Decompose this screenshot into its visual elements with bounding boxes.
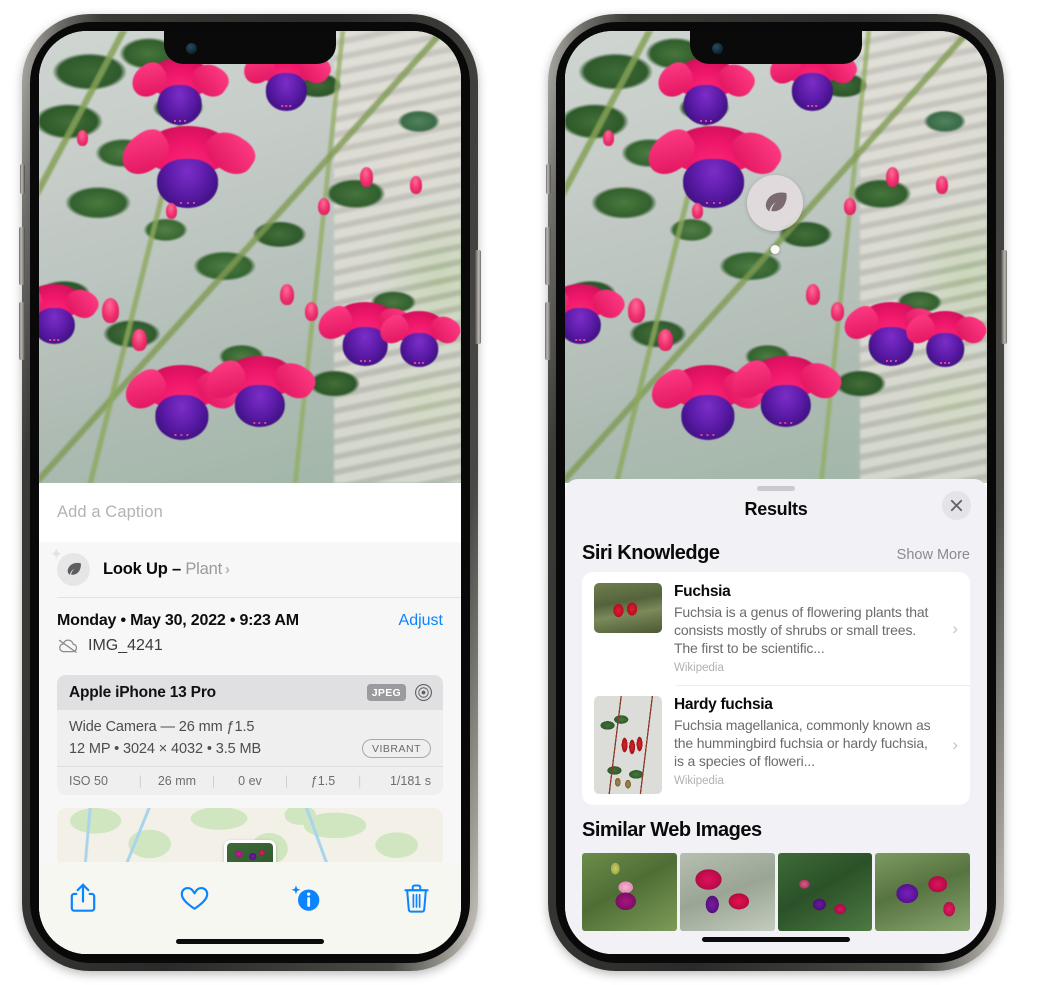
file-name: IMG_4241 xyxy=(88,637,163,654)
knowledge-source: Wikipedia xyxy=(674,662,724,675)
format-badge: JPEG xyxy=(366,684,406,701)
caption-input[interactable]: Add a Caption xyxy=(39,483,461,542)
photo-toolbar xyxy=(39,862,461,954)
similar-image-2[interactable] xyxy=(679,853,775,932)
show-more-button[interactable]: Show More xyxy=(897,547,970,563)
camera-model: Apple iPhone 13 Pro xyxy=(69,683,216,701)
leaf-icon xyxy=(765,192,787,212)
close-button[interactable] xyxy=(942,491,971,520)
visual-look-up-badge[interactable] xyxy=(747,175,803,231)
similar-image-1[interactable] xyxy=(582,853,677,932)
look-up-subject: Plant xyxy=(185,560,222,578)
share-button[interactable] xyxy=(63,878,103,918)
photographic-style-badge: VIBRANT xyxy=(361,739,431,758)
left-phone: Add a Caption ✦ Look Up – Plant › Monday… xyxy=(19,14,481,971)
right-phone-screen: Results Siri Knowledge Show More Fuchsia… xyxy=(565,31,987,954)
similar-web-images-title: Similar Web Images xyxy=(582,819,762,842)
photo-info-sheet: Add a Caption ✦ Look Up – Plant › Monday… xyxy=(39,483,461,954)
knowledge-source: Wikipedia xyxy=(674,775,724,788)
screenshot-stage: Add a Caption ✦ Look Up – Plant › Monday… xyxy=(0,0,1055,985)
similar-image-4[interactable] xyxy=(875,853,970,932)
front-camera-icon xyxy=(712,43,723,54)
knowledge-body: Hardy fuchsia Fuchsia magellanica, commo… xyxy=(674,696,940,787)
volume-up-button[interactable] xyxy=(19,227,25,285)
sparkle-icon: ✦ xyxy=(50,546,63,563)
front-camera-icon xyxy=(186,43,197,54)
chevron-right-icon: › xyxy=(224,561,230,578)
share-icon xyxy=(70,883,96,912)
list-item[interactable]: Fuchsia Fuchsia is a genus of flowering … xyxy=(582,572,970,685)
silent-switch[interactable] xyxy=(20,164,25,194)
siri-knowledge-card: Fuchsia Fuchsia is a genus of flowering … xyxy=(582,572,970,806)
close-icon xyxy=(950,499,963,512)
lens-info: Wide Camera — 26 mm ƒ1.5 xyxy=(69,719,255,735)
look-up-separator: – xyxy=(167,560,186,578)
right-phone: Results Siri Knowledge Show More Fuchsia… xyxy=(545,14,1007,971)
chevron-right-icon: › xyxy=(952,735,958,755)
volume-down-button[interactable] xyxy=(19,302,25,360)
volume-down-button[interactable] xyxy=(545,302,551,360)
similar-web-images-header: Similar Web Images xyxy=(565,805,987,849)
knowledge-description: Fuchsia magellanica, commonly known as t… xyxy=(674,717,931,770)
look-up-label: Look Up – Plant › xyxy=(103,560,230,579)
results-title: Results xyxy=(744,499,808,519)
location-map[interactable] xyxy=(57,808,443,866)
photo-viewer[interactable] xyxy=(39,31,461,483)
knowledge-body: Fuchsia Fuchsia is a genus of flowering … xyxy=(674,583,940,674)
stat-exposure: 0 ev xyxy=(238,774,262,788)
look-up-row[interactable]: ✦ Look Up – Plant › xyxy=(39,542,461,597)
exif-header: Apple iPhone 13 Pro JPEG xyxy=(57,675,443,710)
knowledge-title: Fuchsia xyxy=(674,583,731,600)
exif-stats: ISO 50 | 26 mm | 0 ev | ƒ1.5 | 1/181 s xyxy=(57,766,443,795)
cloud-slash-icon xyxy=(58,639,78,653)
knowledge-thumbnail xyxy=(594,696,662,795)
home-indicator[interactable] xyxy=(702,937,850,942)
silent-switch[interactable] xyxy=(546,164,551,194)
leaf-icon xyxy=(67,562,81,575)
capture-date: Monday • May 30, 2022 • 9:23 AM xyxy=(57,612,299,629)
knowledge-description: Fuchsia is a genus of flowering plants t… xyxy=(674,604,929,657)
stat-iso: ISO 50 xyxy=(69,774,108,788)
siri-knowledge-title: Siri Knowledge xyxy=(582,542,720,564)
notch xyxy=(164,31,336,64)
exif-body: Wide Camera — 26 mm ƒ1.5 12 MP • 3024 × … xyxy=(57,710,443,766)
power-button[interactable] xyxy=(475,250,481,344)
leaf-badge: ✦ xyxy=(50,547,90,586)
adjust-button[interactable]: Adjust xyxy=(399,612,443,630)
look-up-title: Look Up xyxy=(103,560,168,578)
chevron-right-icon: › xyxy=(952,618,958,638)
left-phone-screen: Add a Caption ✦ Look Up – Plant › Monday… xyxy=(39,31,461,954)
photo-metadata: Monday • May 30, 2022 • 9:23 AM Adjust I… xyxy=(39,598,461,665)
image-size-info: 12 MP • 3024 × 4032 • 3.5 MB xyxy=(69,740,262,757)
info-sparkle-icon xyxy=(291,885,319,911)
siri-knowledge-header: Siri Knowledge Show More xyxy=(565,533,987,572)
favorite-button[interactable] xyxy=(174,878,214,918)
blooms-layer xyxy=(565,31,987,483)
similar-image-3[interactable] xyxy=(777,853,873,932)
list-item[interactable]: Hardy fuchsia Fuchsia magellanica, commo… xyxy=(582,685,970,805)
results-sheet: Results Siri Knowledge Show More Fuchsia… xyxy=(565,479,987,954)
trash-icon xyxy=(404,883,430,913)
results-header: Results xyxy=(565,491,987,533)
heart-icon xyxy=(180,886,209,910)
volume-up-button[interactable] xyxy=(545,227,551,285)
photo-viewer[interactable] xyxy=(565,31,987,483)
delete-button[interactable] xyxy=(397,878,437,918)
aperture-icon xyxy=(415,684,432,701)
stat-shutter: 1/181 s xyxy=(389,774,431,788)
power-button[interactable] xyxy=(1001,250,1007,344)
notch xyxy=(690,31,862,64)
stat-focal: 26 mm xyxy=(157,774,197,788)
info-button[interactable] xyxy=(286,878,326,918)
similar-web-images-grid xyxy=(565,853,987,932)
stat-aperture: ƒ1.5 xyxy=(310,774,336,788)
knowledge-title: Hardy fuchsia xyxy=(674,696,773,714)
blooms-layer xyxy=(39,31,461,483)
visual-look-up-anchor-dot xyxy=(770,245,780,254)
knowledge-thumbnail xyxy=(594,583,662,633)
home-indicator[interactable] xyxy=(176,939,324,944)
exif-card[interactable]: Apple iPhone 13 Pro JPEG Wide Camera — 2… xyxy=(57,675,443,795)
